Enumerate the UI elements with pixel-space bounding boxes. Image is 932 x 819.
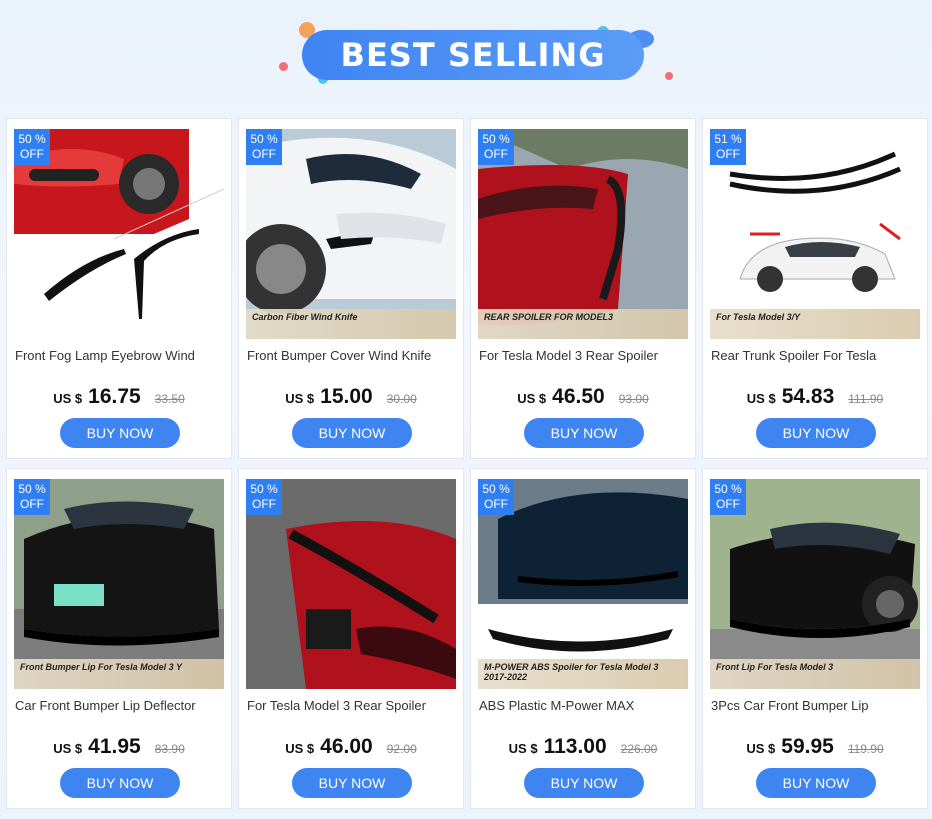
- image-caption: Carbon Fiber Wind Knife: [246, 309, 456, 339]
- price-row: US $ 41.95 83.90: [7, 735, 231, 759]
- price-row: US $ 113.00 226.00: [471, 735, 695, 759]
- price-row: US $ 46.00 92.00: [239, 735, 463, 759]
- product-title[interactable]: Rear Trunk Spoiler For Tesla: [711, 348, 921, 363]
- sale-price: 46.50: [552, 385, 605, 408]
- currency-label: US $: [746, 741, 776, 756]
- buy-now-button[interactable]: BUY NOW: [292, 768, 412, 798]
- discount-percent: 50 %: [18, 482, 46, 496]
- decor-dot: [665, 72, 673, 80]
- price-row: US $ 46.50 93.00: [471, 385, 695, 409]
- product-card[interactable]: Carbon Fiber Wind Knife 50 % OFF Front B…: [238, 118, 464, 459]
- discount-badge: 50 % OFF: [478, 129, 514, 165]
- discount-badge: 50 % OFF: [14, 129, 50, 165]
- product-card[interactable]: M-POWER ABS Spoiler for Tesla Model 3 20…: [470, 468, 696, 809]
- product-grid: 50 % OFF Front Fog Lamp Eyebrow Wind US …: [6, 118, 928, 809]
- discount-percent: 50 %: [250, 132, 278, 146]
- currency-label: US $: [508, 741, 538, 756]
- image-caption: Front Lip For Tesla Model 3: [710, 659, 920, 689]
- discount-badge: 50 % OFF: [710, 479, 746, 515]
- price-row: US $ 15.00 30.00: [239, 385, 463, 409]
- price-row: US $ 54.83 111.90: [703, 385, 927, 409]
- sale-price: 59.95: [781, 735, 834, 758]
- product-title[interactable]: ABS Plastic M-Power MAX: [479, 698, 689, 713]
- discount-off-label: OFF: [716, 147, 740, 161]
- currency-label: US $: [53, 391, 83, 406]
- currency-label: US $: [517, 391, 547, 406]
- currency-label: US $: [53, 741, 83, 756]
- discount-off-label: OFF: [20, 147, 44, 161]
- original-price: 92.00: [386, 742, 417, 756]
- discount-off-label: OFF: [252, 147, 276, 161]
- product-card[interactable]: REAR SPOILER FOR MODEL3 50 % OFF For Tes…: [470, 118, 696, 459]
- banner-title: BEST SELLING: [340, 36, 606, 74]
- original-price: 83.90: [154, 742, 185, 756]
- discount-percent: 51 %: [714, 132, 742, 146]
- sale-price: 113.00: [543, 735, 607, 758]
- best-selling-banner: BEST SELLING: [0, 0, 932, 110]
- buy-now-button[interactable]: BUY NOW: [524, 768, 644, 798]
- original-price: 119.90: [847, 742, 884, 756]
- product-title[interactable]: For Tesla Model 3 Rear Spoiler: [247, 698, 457, 713]
- product-card[interactable]: Front Lip For Tesla Model 3 50 % OFF 3Pc…: [702, 468, 928, 809]
- image-caption: Front Bumper Lip For Tesla Model 3 Y: [14, 659, 224, 689]
- buy-now-button[interactable]: BUY NOW: [756, 768, 876, 798]
- discount-badge: 50 % OFF: [14, 479, 50, 515]
- discount-badge: 50 % OFF: [246, 129, 282, 165]
- currency-label: US $: [746, 391, 776, 406]
- price-row: US $ 16.75 33.50: [7, 385, 231, 409]
- discount-off-label: OFF: [252, 497, 276, 511]
- image-caption: For Tesla Model 3/Y: [710, 309, 920, 339]
- discount-percent: 50 %: [250, 482, 278, 496]
- product-title[interactable]: Front Bumper Cover Wind Knife: [247, 348, 457, 363]
- discount-off-label: OFF: [716, 497, 740, 511]
- sale-price: 46.00: [320, 735, 373, 758]
- discount-percent: 50 %: [482, 132, 510, 146]
- discount-badge: 50 % OFF: [478, 479, 514, 515]
- discount-off-label: OFF: [484, 147, 508, 161]
- image-caption: REAR SPOILER FOR MODEL3: [478, 309, 688, 339]
- original-price: 30.00: [386, 392, 417, 406]
- discount-percent: 50 %: [714, 482, 742, 496]
- sale-price: 15.00: [320, 385, 373, 408]
- product-title[interactable]: For Tesla Model 3 Rear Spoiler: [479, 348, 689, 363]
- product-card[interactable]: Front Bumper Lip For Tesla Model 3 Y 50 …: [6, 468, 232, 809]
- currency-label: US $: [285, 741, 315, 756]
- product-card[interactable]: For Tesla Model 3/Y 51 % OFF Rear Trunk …: [702, 118, 928, 459]
- product-title[interactable]: 3Pcs Car Front Bumper Lip: [711, 698, 921, 713]
- original-price: 226.00: [620, 742, 658, 756]
- original-price: 111.90: [848, 392, 884, 406]
- buy-now-button[interactable]: BUY NOW: [524, 418, 644, 448]
- sale-price: 54.83: [781, 385, 835, 408]
- discount-off-label: OFF: [484, 497, 508, 511]
- product-card[interactable]: 50 % OFF For Tesla Model 3 Rear Spoiler …: [238, 468, 464, 809]
- original-price: 33.50: [154, 392, 185, 406]
- discount-badge: 50 % OFF: [246, 479, 282, 515]
- image-caption: M-POWER ABS Spoiler for Tesla Model 3 20…: [478, 659, 688, 689]
- banner-pill: BEST SELLING: [302, 30, 644, 80]
- sale-price: 41.95: [88, 735, 141, 758]
- discount-off-label: OFF: [20, 497, 44, 511]
- product-card[interactable]: 50 % OFF Front Fog Lamp Eyebrow Wind US …: [6, 118, 232, 459]
- discount-badge: 51 % OFF: [710, 129, 746, 165]
- discount-percent: 50 %: [482, 482, 510, 496]
- buy-now-button[interactable]: BUY NOW: [292, 418, 412, 448]
- product-title[interactable]: Car Front Bumper Lip Deflector: [15, 698, 225, 713]
- product-title[interactable]: Front Fog Lamp Eyebrow Wind: [15, 348, 225, 363]
- price-row: US $ 59.95 119.90: [703, 735, 927, 759]
- buy-now-button[interactable]: BUY NOW: [60, 768, 180, 798]
- buy-now-button[interactable]: BUY NOW: [60, 418, 180, 448]
- decor-dot: [279, 62, 288, 71]
- buy-now-button[interactable]: BUY NOW: [756, 418, 876, 448]
- discount-percent: 50 %: [18, 132, 46, 146]
- sale-price: 16.75: [88, 385, 141, 408]
- original-price: 93.00: [618, 392, 649, 406]
- currency-label: US $: [285, 391, 315, 406]
